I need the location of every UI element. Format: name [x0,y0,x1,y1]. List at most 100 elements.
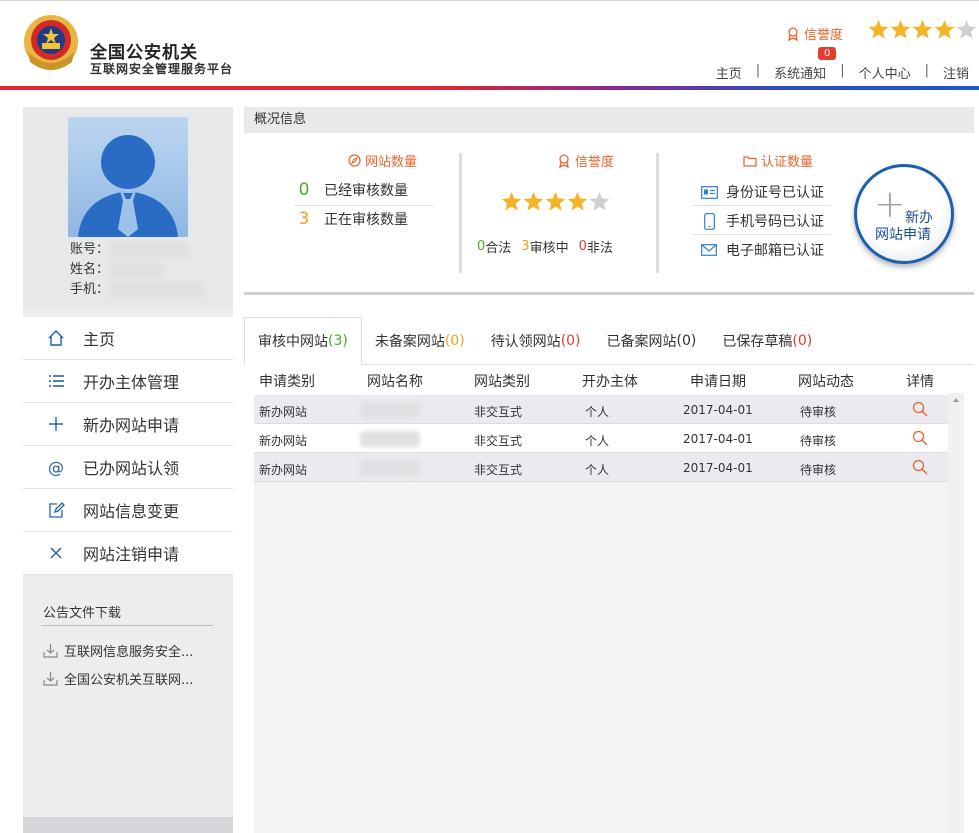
nav-notifications-link[interactable]: 系统通知 [774,63,826,82]
cell-status: 待审核 [800,463,837,477]
top-border [0,0,979,1]
sidebar-item-new-site[interactable]: 新办网站申请 [23,403,233,446]
new-button-line2: 网站申请 [875,227,931,243]
search-icon[interactable] [912,459,928,478]
nav-logout-link[interactable]: 注销 [943,63,969,82]
star-filled-icon [501,192,522,211]
star-filled-icon [890,20,911,39]
star-filled-icon [934,20,955,39]
stat-divider [294,205,434,206]
at-icon: @ [48,457,64,477]
table-row: 新办网站 非交互式 个人 2017-04-01 待审核 [254,453,948,482]
avatar [68,117,188,237]
download-icon [43,644,58,658]
tab-unregistered[interactable]: 未备案网站 (0) [362,317,478,365]
award-icon [559,153,569,168]
site-count-title: 网站数量 [348,151,417,170]
reviewed-stat: 0 已经审核数量 [284,180,408,200]
section-divider [656,153,659,273]
reviewing-stat: 3 正在审核数量 [284,209,408,229]
header-credit-stars [868,19,977,40]
tab-count: (3) [328,333,348,349]
tab-reviewing[interactable]: 审核中网站 (3) [244,317,362,365]
plus-icon: + [874,182,906,226]
site-subtitle: 互联网安全管理服务平台 [90,62,234,76]
cell-site-name-redacted [360,402,420,418]
sidebar-item-entity-management[interactable]: 开办主体管理 [23,360,233,403]
legal-count: 0 [477,239,486,254]
nav-profile-link[interactable]: 个人中心 [859,63,911,82]
column-header: 开办主体 [582,374,638,390]
search-icon[interactable] [912,401,928,420]
pending-count: 3 [521,239,530,254]
tab-label: 待认领网站 [490,334,561,350]
cell-site-name-redacted [360,431,420,447]
sidebar-item-label: 网站信息变更 [83,502,180,521]
compass-icon [348,154,361,167]
credit-breakdown: 0 合法 3 审核中 0 非法 [477,237,613,256]
site-count-title-label: 网站数量 [365,155,418,170]
nav-home-link[interactable]: 主页 [716,63,742,82]
top-nav: 主页 | 系统通知 | 个人中心 | 注销 [716,63,969,82]
name-value-redacted [109,261,165,278]
tab-registered[interactable]: 已备案网站 (0) [594,317,710,365]
phone-label: 手机： [70,282,110,297]
column-header: 网站动态 [798,374,854,390]
award-icon [788,26,798,41]
tab-label: 已保存草稿 [722,334,793,350]
tab-count: (0) [560,333,581,349]
sidebar-item-site-cancel[interactable]: 网站注销申请 [23,532,233,575]
id-card-icon [694,185,724,199]
sidebar-item-site-change[interactable]: 网站信息变更 [23,489,233,532]
cert-divider [692,234,830,235]
name-field: 姓名： [70,258,165,278]
cell-date: 2017-04-01 [683,403,753,417]
column-header: 网站名称 [367,374,423,390]
cell-site-type: 非交互式 [474,405,523,419]
sidebar-item-claim-site[interactable]: @ 已办网站认领 [23,446,233,489]
table-row: 新办网站 非交互式 个人 2017-04-01 待审核 [254,395,948,424]
reviewed-label: 已经审核数量 [324,183,408,199]
list-icon [45,370,67,392]
police-emblem-logo [24,15,78,70]
credit-stars [501,191,610,212]
cell-apply-type: 新办网站 [259,463,308,477]
phone-field: 手机： [70,278,205,298]
scroll-up-arrow-icon[interactable] [953,398,959,402]
header-gradient-bar [0,86,979,90]
legal-label: 合法 [485,241,512,256]
cell-site-type: 非交互式 [474,463,523,477]
star-empty-icon [956,20,977,39]
edit-icon [45,499,67,521]
cell-entity: 个人 [585,463,610,477]
notice-file-link[interactable]: 全国公安机关互联网... [43,669,193,688]
tab-to-claim[interactable]: 待认领网站 (0) [478,317,594,365]
phone-icon [694,212,724,230]
reviewing-count: 3 [298,209,310,229]
new-site-application-button[interactable]: + 新办 网站申请 [854,164,954,264]
sidebar-item-home[interactable]: 主页 [23,317,233,360]
search-icon[interactable] [912,430,928,449]
star-filled-icon [523,192,544,211]
notice-file-link[interactable]: 互联网信息服务安全... [43,641,193,660]
column-header: 申请类别 [259,374,315,390]
summary-panel: 网站数量 0 已经审核数量 3 正在审核数量 信誉度 0 合法 3 审核中 0 … [244,133,974,295]
reviewed-count: 0 [298,180,310,200]
name-label: 姓名： [70,262,110,277]
tab-drafts[interactable]: 已保存草稿 (0) [709,317,825,365]
left-sidebar: 账号： 姓名： 手机： 主页 开办主体管理 新办网站申请 @ 已办网站认领 网站… [23,107,233,833]
nav-separator: | [924,63,929,78]
tab-label: 已备案网站 [606,334,677,350]
tab-count: (0) [676,333,697,349]
tab-label: 审核中网站 [258,334,328,350]
header-credit-label: 信誉度 [804,28,844,43]
cert-divider [692,205,830,206]
page-header: 全国公安机关 互联网安全管理服务平台 信誉度 0 主页 | 系统通知 | 个人中… [0,0,979,92]
table-scrollbar[interactable] [948,393,964,833]
notice-file-label: 互联网信息服务安全... [64,645,194,660]
account-value-redacted [109,241,190,258]
star-filled-icon [868,20,889,39]
sidebar-item-label: 已办网站认领 [83,459,180,478]
folder-icon [743,155,757,167]
illegal-count: 0 [578,239,587,254]
